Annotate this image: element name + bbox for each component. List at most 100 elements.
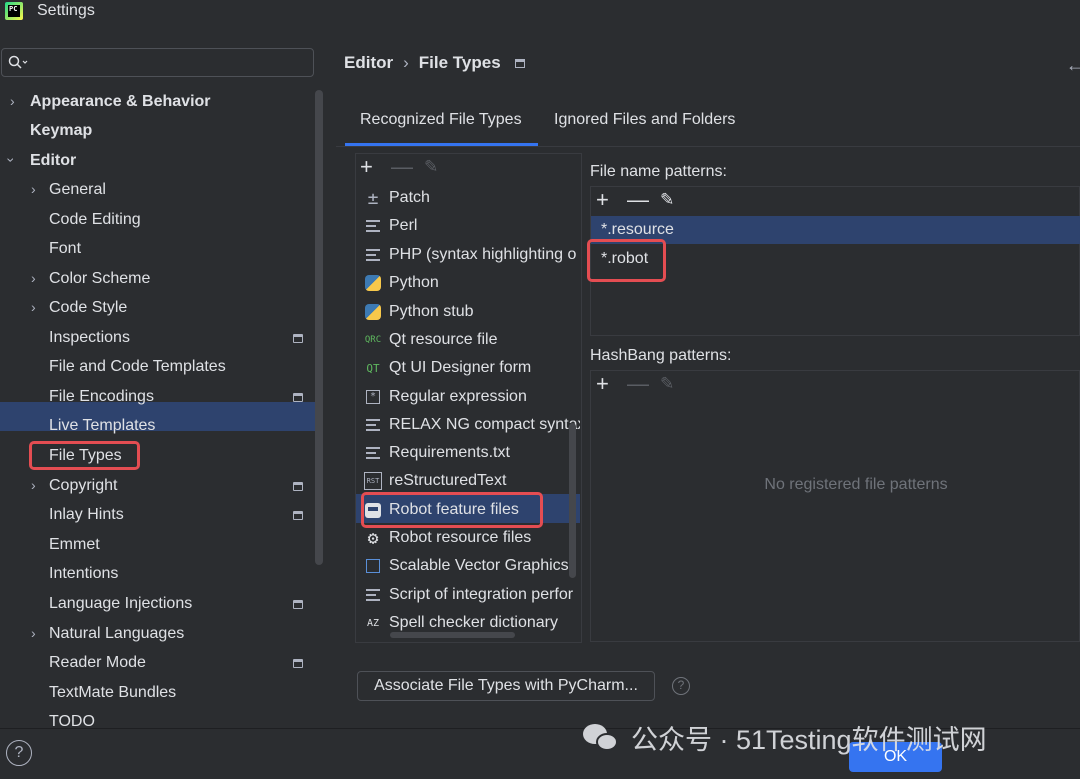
project-settings-icon: [293, 393, 303, 402]
text-lines-icon: [364, 246, 382, 264]
pycharm-logo-icon: PC: [5, 2, 23, 20]
chevron-right-icon[interactable]: ›: [31, 625, 36, 641]
list-item[interactable]: QRC Qt resource file: [364, 326, 580, 354]
python-icon: [364, 303, 382, 321]
rst-icon: RST: [364, 472, 382, 490]
project-settings-icon: [293, 659, 303, 668]
sidebar-item-editor[interactable]: Editor: [30, 148, 76, 174]
sidebar-item-reader-mode[interactable]: Reader Mode: [49, 650, 146, 676]
empty-state-text: No registered file patterns: [764, 476, 948, 493]
text-lines-icon: [364, 416, 382, 434]
sidebar-item-emmet[interactable]: Emmet: [49, 532, 100, 558]
hashbang-patterns-panel: [590, 370, 1080, 642]
edit-hashbang-icon: ✎: [660, 374, 675, 393]
sidebar-item-intentions[interactable]: Intentions: [49, 561, 118, 587]
add-icon[interactable]: +: [360, 156, 373, 178]
chevron-right-icon[interactable]: ›: [31, 181, 36, 197]
sidebar-item-copyright[interactable]: Copyright: [49, 473, 117, 499]
python-icon: [364, 274, 382, 292]
back-arrow-icon[interactable]: ←: [1066, 55, 1080, 76]
svg-icon: [364, 557, 382, 575]
edit-pattern-icon[interactable]: ✎: [660, 189, 674, 211]
sidebar-item-live-templates[interactable]: Live Templates: [49, 413, 155, 439]
tab-ignored-files[interactable]: Ignored Files and Folders: [554, 111, 735, 129]
sidebar-item-inspections[interactable]: Inspections: [49, 325, 130, 351]
file-name-patterns-label: File name patterns:: [590, 163, 727, 180]
list-item[interactable]: * Regular expression: [364, 383, 580, 411]
project-settings-icon: [514, 58, 525, 68]
list-item[interactable]: Script of integration perfor: [364, 581, 580, 609]
list-item[interactable]: ± Patch: [364, 184, 580, 212]
hashbang-patterns-label: HashBang patterns:: [590, 347, 732, 364]
list-item[interactable]: Python stub: [364, 298, 580, 326]
search-icon: [8, 55, 28, 69]
sidebar-item-file-encodings[interactable]: File Encodings: [49, 384, 154, 410]
list-item[interactable]: PHP (syntax highlighting o: [364, 241, 580, 269]
text-lines-icon: [364, 586, 382, 604]
sidebar-item-language-injections[interactable]: Language Injections: [49, 591, 192, 617]
sidebar-item-textmate-bundles[interactable]: TextMate Bundles: [49, 680, 176, 706]
sidebar-item-appearance-behavior[interactable]: Appearance & Behavior: [30, 89, 211, 115]
sidebar-item-keymap[interactable]: Keymap: [30, 118, 92, 144]
breadcrumb: Editor › File Types: [344, 52, 525, 74]
add-pattern-icon[interactable]: +: [596, 189, 609, 211]
title-bar: PC Settings: [0, 0, 1080, 26]
edit-icon: ✎: [424, 157, 439, 176]
chevron-down-icon[interactable]: ›: [3, 158, 19, 163]
list-scrollbar[interactable]: [569, 423, 576, 578]
breadcrumb-separator: ›: [403, 53, 409, 72]
text-lines-icon: [364, 217, 382, 235]
list-item[interactable]: ⚙ Robot resource files: [364, 524, 580, 552]
qt-icon: QT: [366, 361, 380, 375]
sidebar-item-font[interactable]: Font: [49, 236, 81, 262]
watermark-text: 公众号 · 51Testing软件测试网: [631, 725, 987, 755]
tab-recognized-file-types[interactable]: Recognized File Types: [360, 111, 522, 129]
help-icon[interactable]: ?: [672, 677, 690, 695]
chevron-right-icon[interactable]: ›: [31, 270, 36, 286]
project-settings-icon: [293, 482, 303, 491]
remove-hashbang-icon: —: [627, 371, 649, 396]
highlight-box: [29, 441, 140, 470]
regex-icon: *: [364, 388, 382, 406]
remove-pattern-icon[interactable]: —: [627, 189, 649, 211]
sidebar-item-code-editing[interactable]: Code Editing: [49, 207, 141, 233]
list-item[interactable]: Perl: [364, 212, 580, 240]
list-item[interactable]: QT Qt UI Designer form: [364, 354, 580, 382]
sidebar-item-inlay-hints[interactable]: Inlay Hints: [49, 502, 124, 528]
search-field[interactable]: [1, 48, 314, 77]
chevron-right-icon[interactable]: ›: [10, 93, 15, 109]
wechat-logo-icon: [583, 722, 621, 754]
breadcrumb-editor[interactable]: Editor: [344, 53, 393, 73]
sidebar-item-color-scheme[interactable]: Color Scheme: [49, 266, 150, 292]
gear-icon: ⚙: [367, 527, 379, 549]
list-item[interactable]: Scalable Vector Graphics: [364, 552, 580, 580]
list-item[interactable]: RELAX NG compact syntax: [364, 411, 580, 439]
highlight-box: [361, 492, 543, 528]
list-item[interactable]: Requirements.txt: [364, 439, 580, 467]
sidebar-item-natural-languages[interactable]: Natural Languages: [49, 621, 184, 647]
help-circle-icon[interactable]: ?: [6, 740, 32, 766]
chevron-right-icon[interactable]: ›: [31, 477, 36, 493]
highlight-box: [587, 239, 666, 282]
project-settings-icon: [293, 511, 303, 520]
add-hashbang-icon[interactable]: +: [596, 373, 609, 395]
text-lines-icon: [364, 444, 382, 462]
az-icon: AZ: [366, 617, 380, 629]
project-settings-icon: [293, 600, 303, 609]
sidebar-item-code-style[interactable]: Code Style: [49, 295, 127, 321]
list-horizontal-scrollbar[interactable]: [390, 632, 515, 638]
sidebar-scrollbar[interactable]: [315, 90, 323, 565]
patch-icon: ±: [367, 187, 379, 209]
active-tab-indicator: [345, 143, 538, 146]
sidebar-item-file-code-templates[interactable]: File and Code Templates: [49, 354, 226, 380]
qrc-icon: QRC: [364, 335, 382, 345]
search-input[interactable]: [30, 52, 300, 73]
tabs-border: [336, 146, 1080, 147]
project-settings-icon: [293, 334, 303, 343]
list-item[interactable]: Python: [364, 269, 580, 297]
list-item[interactable]: RST reStructuredText: [364, 467, 580, 495]
associate-file-types-button[interactable]: Associate File Types with PyCharm...: [357, 671, 655, 701]
chevron-right-icon[interactable]: ›: [31, 299, 36, 315]
sidebar-item-general[interactable]: General: [49, 177, 106, 203]
page-title: File Types: [418, 53, 501, 72]
